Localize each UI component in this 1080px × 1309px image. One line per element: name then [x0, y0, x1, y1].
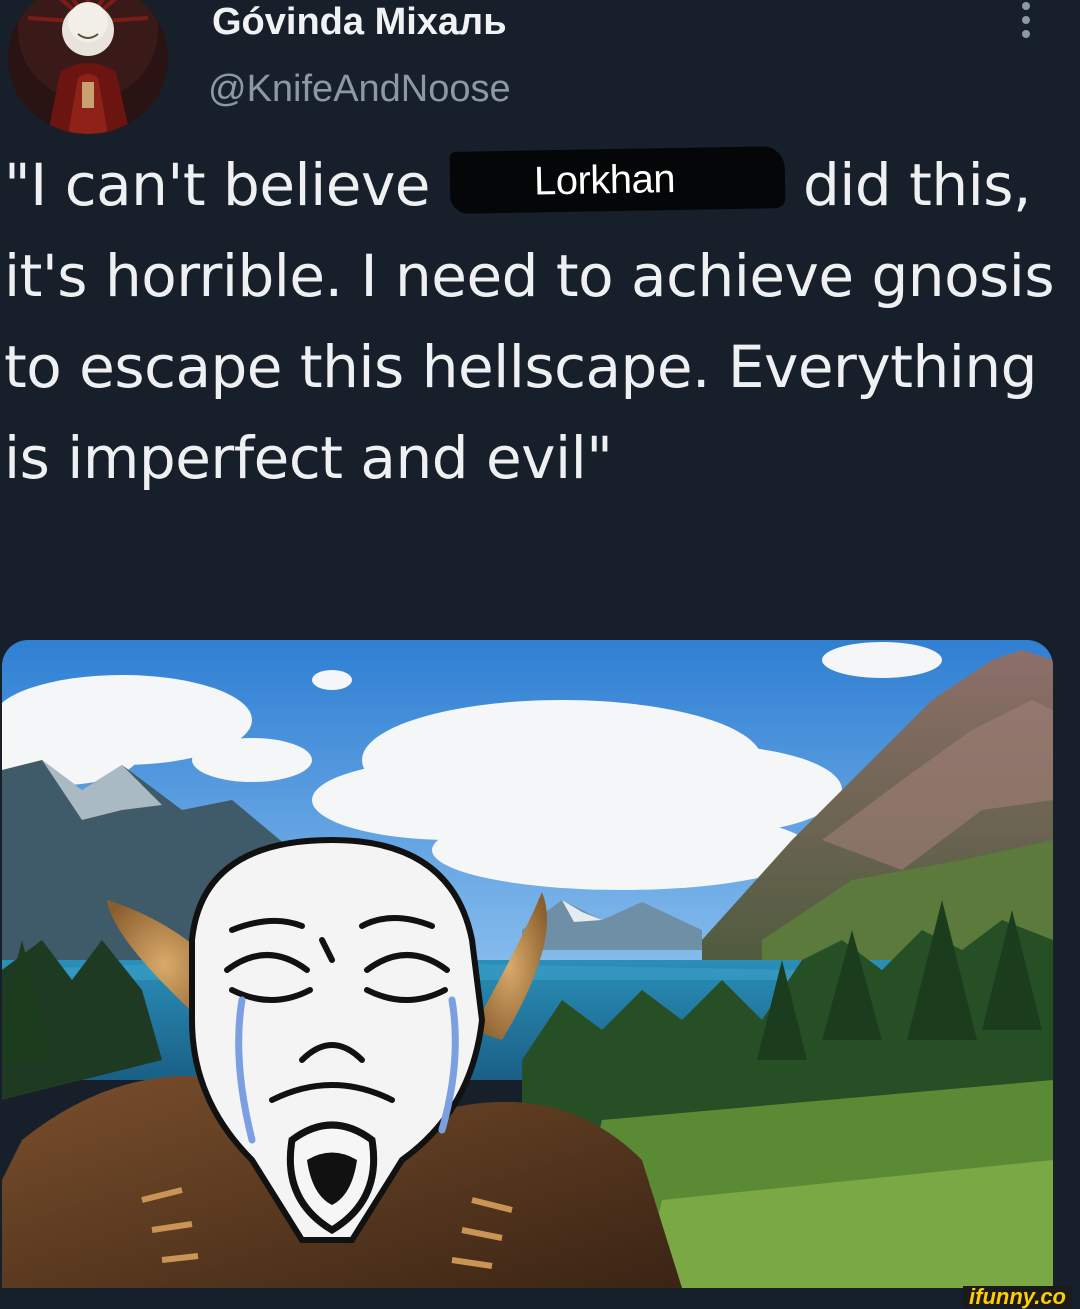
- landscape-meme-image: [2, 640, 1053, 1288]
- tweet-text: "I can't believe Lorkhan did this, it's h…: [4, 140, 1064, 504]
- watermark: ifunny.co: [963, 1286, 1072, 1308]
- tweet-card: Góvinda Міхаль @KnifeAndNoose "I can't b…: [0, 0, 1080, 1288]
- user-handle[interactable]: @KnifeAndNoose: [208, 66, 511, 112]
- tweet-text-start: "I can't believe: [4, 151, 430, 219]
- tweet-media-image[interactable]: [2, 640, 1053, 1288]
- more-vertical-icon[interactable]: [1014, 0, 1038, 44]
- avatar-image: [8, 0, 168, 134]
- display-name[interactable]: Góvinda Міхаль: [212, 0, 507, 44]
- censor-overlay: Lorkhan: [449, 146, 786, 214]
- avatar[interactable]: [8, 0, 168, 134]
- censored-label: Lorkhan: [533, 156, 676, 204]
